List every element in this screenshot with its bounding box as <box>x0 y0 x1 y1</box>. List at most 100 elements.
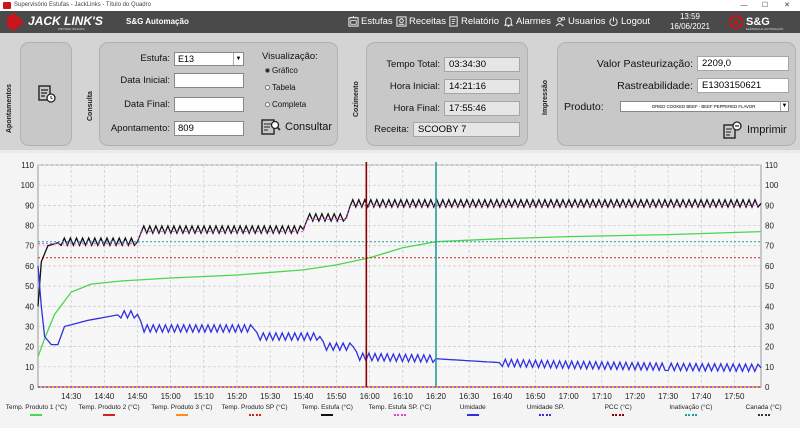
estufa-select[interactable]: E13 ▼ <box>174 52 244 66</box>
rastreabilidade-label: Rastreabilidade: <box>617 80 693 92</box>
radio-completa-dot[interactable] <box>265 102 270 107</box>
nav-receitas[interactable]: Receitas <box>396 16 446 27</box>
temperature-chart[interactable]: 0 0 10 10 20 20 30 30 40 40 50 50 60 60 70 70 80 80 90 90 10… <box>0 153 800 404</box>
chevron-down-icon[interactable]: ▼ <box>233 53 243 65</box>
produto-select[interactable]: DRIED COOKED BEEF - BEEF PEPPERED FLAVOR… <box>620 101 789 112</box>
users-icon <box>555 17 565 27</box>
y-tick-right: 60 <box>765 262 774 271</box>
radio-tabela-label: Tabela <box>272 83 296 92</box>
x-tick-label: 17:50 <box>724 392 745 401</box>
y-tick-right: 50 <box>765 282 774 291</box>
legend-item[interactable]: Inativação (°C) <box>655 404 728 416</box>
legend-item[interactable]: Umidade <box>436 404 509 416</box>
legend-swatch <box>175 414 188 416</box>
x-tick-label: 15:10 <box>194 392 215 401</box>
maximize-button[interactable]: ☐ <box>760 0 770 11</box>
data-final-input[interactable] <box>174 97 244 112</box>
legend-label: Temp. Produto 2 (°C) <box>78 404 140 411</box>
y-tick-right: 40 <box>765 302 774 311</box>
tempo-total-label: Tempo Total: <box>386 59 440 70</box>
nav-estufas-label: Estufas <box>361 16 393 27</box>
app-icon <box>3 2 11 9</box>
x-tick-label: 15:40 <box>293 392 314 401</box>
legend-item[interactable]: Temp. Estufa SP. (°C) <box>364 404 437 416</box>
legend-label: Temp. Estufa (°C) <box>301 404 353 411</box>
document-clock-icon[interactable] <box>37 84 57 104</box>
radio-tabela[interactable]: Tabela <box>265 83 296 92</box>
y-tick-left: 60 <box>25 262 34 271</box>
control-panel-row: Apontamentos Consulta Estufa: E13 ▼ Data… <box>0 33 800 150</box>
y-tick-right: 100 <box>765 181 779 190</box>
radio-grafico[interactable]: Gráfico <box>265 66 298 75</box>
radio-grafico-label: Gráfico <box>272 66 298 75</box>
valor-pasteurizacao-label: Valor Pasteurização: <box>596 58 693 70</box>
x-tick-label: 16:10 <box>393 392 414 401</box>
y-tick-left: 20 <box>25 343 34 352</box>
bell-icon <box>503 17 514 27</box>
legend-label: PCC (°C) <box>604 404 632 411</box>
x-tick-label: 14:40 <box>94 392 115 401</box>
radio-completa[interactable]: Completa <box>265 100 306 109</box>
nav-usuarios-label: Usuarios <box>568 16 606 27</box>
x-tick-label: 17:40 <box>691 392 712 401</box>
y-tick-left: 70 <box>25 242 34 251</box>
legend-item[interactable]: Temp. Produto 3 (°C) <box>145 404 218 416</box>
apontamento-input[interactable]: 809 <box>174 121 244 136</box>
legend-item[interactable]: Temp. Produto 2 (°C) <box>73 404 146 416</box>
x-tick-label: 15:20 <box>227 392 248 401</box>
oven-icon <box>348 16 359 27</box>
legend-item[interactable]: Temp. Produto SP (°C) <box>218 404 291 416</box>
radio-completa-label: Completa <box>272 100 307 109</box>
x-tick-label: 17:10 <box>592 392 613 401</box>
hora-inicial-label: Hora Inicial: <box>389 81 440 92</box>
legend-item[interactable]: Canada (°C) <box>727 404 800 416</box>
minimize-button[interactable]: — <box>739 0 749 11</box>
legend-label: Umidade SP. <box>526 404 565 411</box>
legend-swatch <box>757 414 770 416</box>
jack-links-logo: JACK LINK'S PROTEIN SNACKS <box>7 13 103 31</box>
hora-inicial-value: 14:21:16 <box>444 79 520 94</box>
legend-item[interactable]: PCC (°C) <box>582 404 655 416</box>
legend-item[interactable]: Umidade SP. <box>509 404 582 416</box>
clock-time: 13:59 <box>679 12 701 21</box>
nav-logout[interactable]: Logout <box>608 16 650 27</box>
legend-swatch <box>30 414 43 416</box>
legend-label: Temp. Estufa SP. (°C) <box>368 404 432 411</box>
top-bar: JACK LINK'S PROTEIN SNACKS S&G Automação… <box>0 11 800 33</box>
sg-logo-sub: ELÉTRICA E AUTOMAÇÃO <box>746 26 784 31</box>
legend-swatch <box>539 414 552 416</box>
nav-alarmes[interactable]: Alarmes <box>503 16 551 27</box>
x-tick-label: 16:50 <box>525 392 546 401</box>
x-tick-label: 16:40 <box>492 392 513 401</box>
y-tick-right: 110 <box>765 161 778 170</box>
produto-chevron-icon[interactable]: ▼ <box>780 102 788 111</box>
nav-relatorio[interactable]: Relatório <box>448 16 499 27</box>
legend-swatch <box>103 414 116 416</box>
y-tick-right: 70 <box>765 242 774 251</box>
nav-estufas[interactable]: Estufas <box>348 16 393 27</box>
x-tick-label: 17:00 <box>559 392 580 401</box>
data-inicial-input[interactable] <box>174 73 244 88</box>
consultar-button[interactable]: Consultar <box>260 117 332 137</box>
x-tick-label: 17:30 <box>658 392 679 401</box>
nav-usuarios[interactable]: Usuarios <box>555 16 606 27</box>
close-button[interactable]: ✕ <box>782 0 792 11</box>
legend-swatch <box>321 414 334 416</box>
cozimento-panel: Tempo Total: 03:34:30 Hora Inicial: 14:2… <box>366 42 528 146</box>
y-tick-left: 0 <box>30 383 35 392</box>
produto-select-value: DRIED COOKED BEEF - BEEF PEPPERED FLAVOR <box>652 104 756 109</box>
x-tick-label: 17:20 <box>625 392 646 401</box>
imprimir-button[interactable]: Imprimir <box>722 120 787 140</box>
legend-swatch <box>684 414 697 416</box>
y-tick-left: 90 <box>25 201 34 210</box>
x-tick-label: 16:30 <box>459 392 480 401</box>
consulta-section-label: Consulta <box>87 91 94 121</box>
legend-item[interactable]: Temp. Estufa (°C) <box>291 404 364 416</box>
radio-tabela-dot[interactable] <box>265 85 270 90</box>
nav-receitas-label: Receitas <box>409 16 446 27</box>
radio-grafico-dot[interactable] <box>265 68 270 73</box>
y-tick-left: 110 <box>21 161 34 170</box>
power-icon <box>609 16 618 26</box>
y-tick-right: 90 <box>765 201 774 210</box>
legend-item[interactable]: Temp. Produto 1 (°C) <box>0 404 73 416</box>
